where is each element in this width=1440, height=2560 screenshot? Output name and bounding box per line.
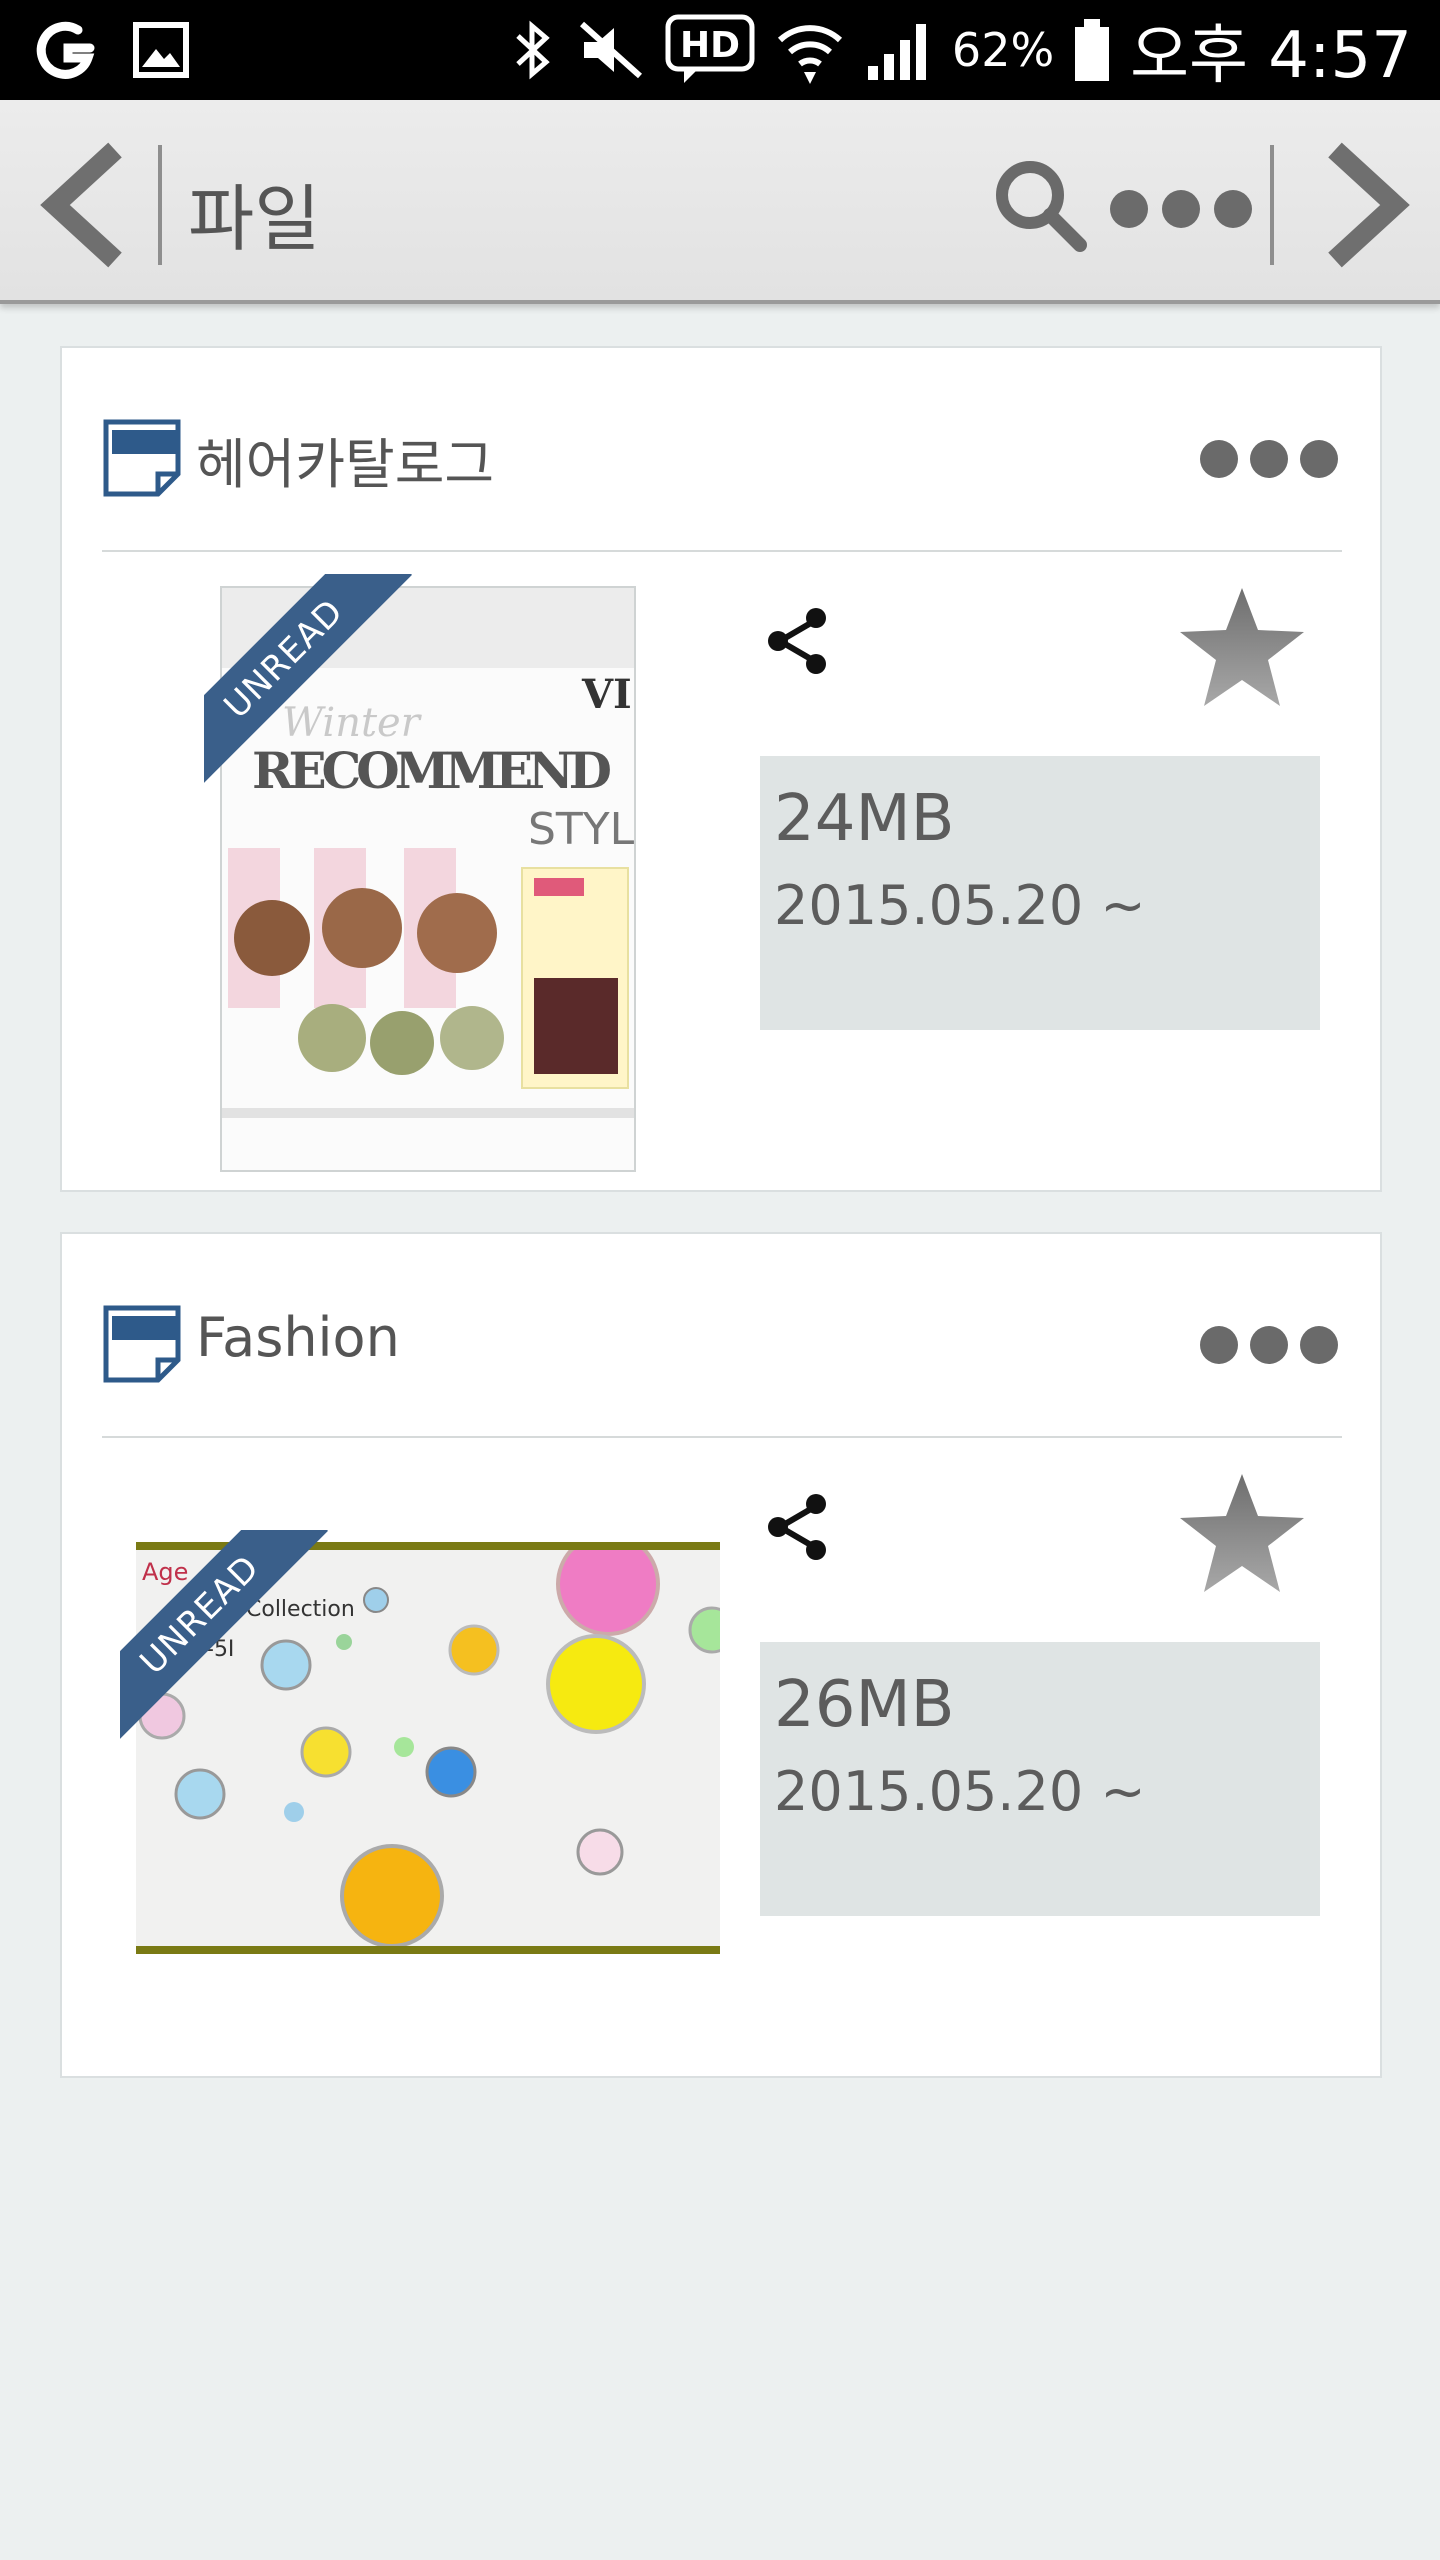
more-dot [1110, 190, 1148, 228]
more-dot [1300, 1326, 1338, 1364]
file-card[interactable]: Fashion Age Collection -5I UNREAD 26MB 2… [60, 1232, 1382, 2078]
more-dot [1200, 440, 1238, 478]
cover-word-style: STYLE [528, 804, 634, 855]
more-dot [1214, 190, 1252, 228]
more-dot [1200, 1326, 1238, 1364]
file-info-box: 24MB 2015.05.20 ~ [760, 756, 1320, 1030]
page-title: 파일 [188, 177, 321, 261]
action-bar-divider [158, 145, 162, 265]
more-dot [1300, 440, 1338, 478]
status-bar: HD 62% 오후 4:57 [0, 0, 1440, 100]
file-size: 26MB [774, 1668, 955, 1742]
chevron-left-icon [40, 142, 122, 268]
share-icon[interactable] [762, 1492, 832, 1562]
unread-ribbon: UNREAD [204, 574, 414, 784]
card-divider [102, 1436, 1342, 1438]
action-bar: 파일 [0, 100, 1440, 304]
clock: 오후 4:57 [1130, 19, 1412, 93]
cover-word-logo: VI [581, 671, 632, 718]
favorite-star-icon[interactable] [1172, 580, 1312, 720]
file-card-header: 헤어카탈로그 [62, 348, 1380, 552]
wifi-icon [777, 25, 842, 84]
mute-icon [579, 21, 642, 79]
unread-badge: UNREAD [132, 1547, 268, 1683]
file-date: 2015.05.20 ~ [774, 874, 1146, 937]
signal-icon [867, 24, 926, 80]
app-notification-icon [36, 21, 95, 79]
card-divider [102, 550, 1342, 552]
forward-button[interactable] [1310, 140, 1420, 270]
unread-badge: UNREAD [216, 591, 352, 727]
file-title: Fashion [196, 1306, 400, 1369]
status-notifications [34, 18, 190, 82]
file-title: 헤어카탈로그 [196, 433, 495, 496]
hd-voice-icon: HD [665, 14, 755, 83]
document-icon [103, 419, 181, 497]
battery-percent: 62% [951, 23, 1055, 77]
svg-text:HD: HD [680, 25, 740, 66]
file-date: 2015.05.20 ~ [774, 1760, 1146, 1823]
search-button[interactable] [990, 155, 1090, 255]
status-indicators: HD 62% 오후 4:57 [508, 0, 1412, 100]
action-bar-divider [1270, 145, 1274, 265]
more-dot [1250, 1326, 1288, 1364]
document-icon [103, 1305, 181, 1383]
search-icon [996, 161, 1087, 252]
file-more-button[interactable] [1200, 440, 1338, 478]
more-dot [1162, 190, 1200, 228]
battery-icon [1075, 19, 1110, 81]
file-card[interactable]: 헤어카탈로그 Winter VI RECOMMEND STYLE [60, 346, 1382, 1192]
favorite-star-icon[interactable] [1172, 1466, 1312, 1606]
image-notification-icon [133, 22, 189, 78]
file-more-button[interactable] [1200, 1326, 1338, 1364]
file-size: 24MB [774, 782, 955, 856]
back-button[interactable] [30, 140, 140, 270]
unread-ribbon: UNREAD [120, 1530, 330, 1740]
more-options-button[interactable] [1110, 190, 1252, 228]
file-info-box: 26MB 2015.05.20 ~ [760, 1642, 1320, 1916]
chevron-right-icon [1328, 142, 1410, 268]
more-dot [1250, 440, 1288, 478]
bluetooth-icon [516, 20, 550, 80]
file-card-header: Fashion [62, 1234, 1380, 1438]
share-icon[interactable] [762, 606, 832, 676]
